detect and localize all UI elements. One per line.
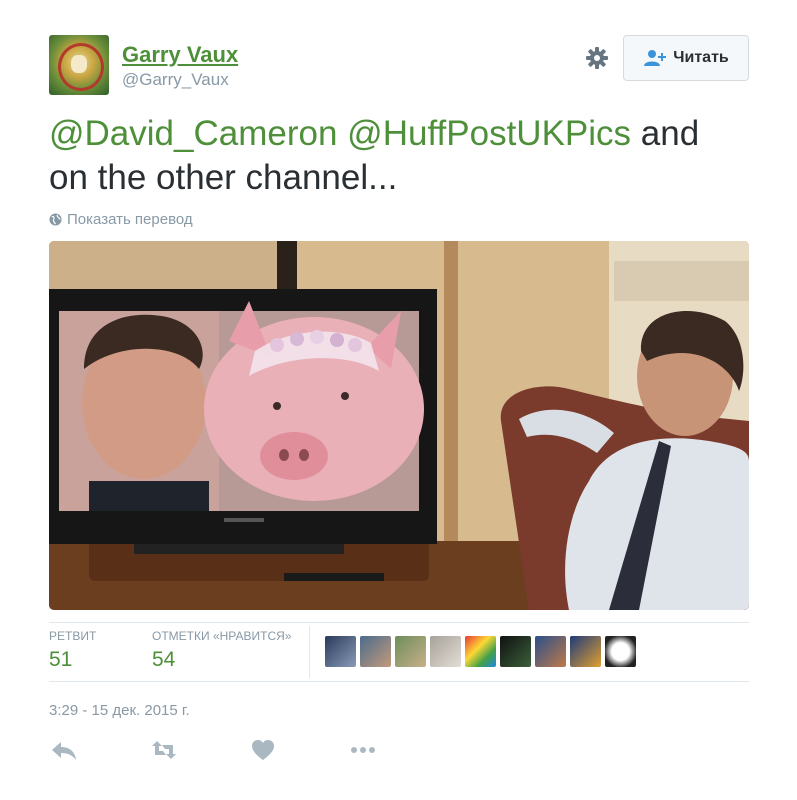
tweet-text: @David_Cameron @HuffPostUKPics and on th…	[49, 112, 749, 200]
reply-icon	[52, 742, 76, 760]
likes-label[interactable]: ОТМЕТКИ «НРАВИТСЯ»	[152, 629, 291, 643]
tweet-timestamp[interactable]: 3:29 - 15 дек. 2015 г.	[49, 702, 190, 719]
mention-link[interactable]: @David_Cameron	[49, 114, 337, 153]
liker-avatar[interactable]	[360, 636, 391, 667]
retweet-button[interactable]	[151, 739, 177, 761]
liker-avatar[interactable]	[570, 636, 601, 667]
liker-avatar[interactable]	[395, 636, 426, 667]
liker-avatar[interactable]	[325, 636, 356, 667]
more-icon	[351, 747, 375, 753]
show-translation-label: Показать перевод	[67, 211, 193, 228]
author-avatar[interactable]	[49, 35, 109, 95]
photo-scene	[49, 241, 749, 610]
like-button[interactable]	[250, 739, 276, 761]
gear-icon[interactable]	[585, 46, 609, 70]
reply-button[interactable]	[51, 739, 77, 761]
follow-button-label: Читать	[673, 49, 729, 66]
tweet-photo[interactable]	[49, 241, 749, 610]
avatar-figure	[71, 55, 87, 73]
mention-link[interactable]: @HuffPostUKPics	[347, 114, 631, 153]
divider	[49, 622, 749, 623]
author-display-name[interactable]: Garry Vaux	[122, 42, 238, 68]
likes-count[interactable]: 54	[152, 648, 175, 672]
add-user-icon	[644, 50, 667, 66]
liker-avatar[interactable]	[605, 636, 636, 667]
liker-avatar[interactable]	[500, 636, 531, 667]
author-handle[interactable]: @Garry_Vaux	[122, 70, 229, 90]
follow-button[interactable]: Читать	[623, 35, 749, 81]
retweet-icon	[152, 741, 176, 759]
divider	[49, 681, 749, 682]
more-button[interactable]	[350, 739, 376, 761]
retweets-count[interactable]: 51	[49, 648, 72, 672]
liker-avatar[interactable]	[535, 636, 566, 667]
tweet-text-part: on the other channel...	[49, 158, 398, 197]
show-translation-link[interactable]: Показать перевод	[49, 211, 193, 228]
tweet-text-part: and	[631, 114, 700, 153]
liker-avatar[interactable]	[430, 636, 461, 667]
likers-avatars	[325, 636, 636, 667]
like-icon	[252, 740, 274, 760]
globe-icon	[49, 213, 62, 226]
retweets-label[interactable]: РЕТВИТ	[49, 629, 96, 643]
liker-avatar[interactable]	[465, 636, 496, 667]
divider	[309, 626, 310, 678]
